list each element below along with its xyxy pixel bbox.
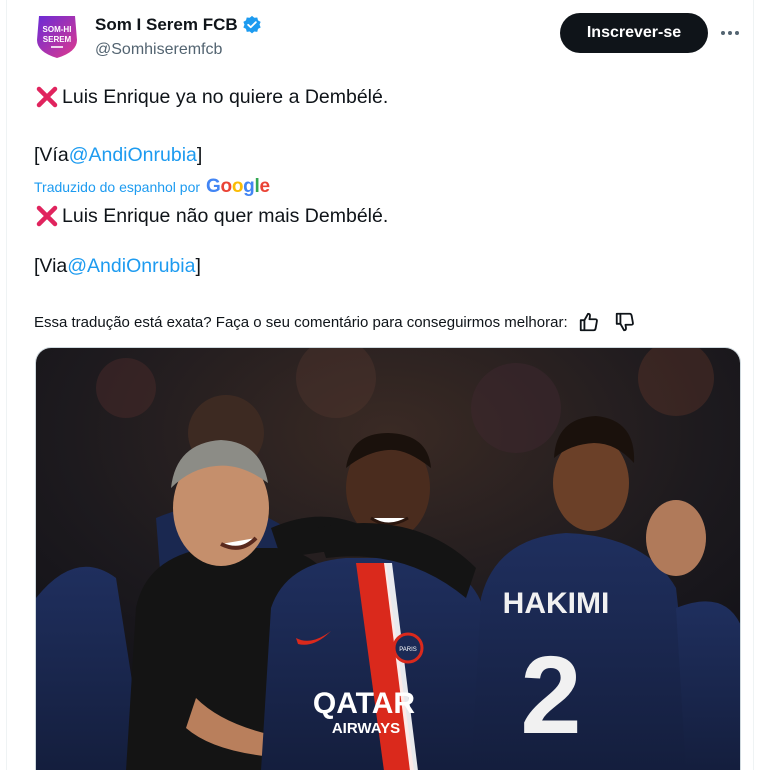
translated-text-line-1: Luis Enrique não quer mais Dembélé. [34, 203, 388, 229]
thumbs-down-icon[interactable] [614, 311, 636, 333]
original-mention-link[interactable]: @AndiOnrubia [69, 144, 197, 167]
translated-via-suffix: ] [195, 255, 201, 277]
jersey-sponsor-subtext: AIRWAYS [332, 720, 400, 737]
tweet-photo[interactable]: PARIS QATAR AIRWAYS HAKIMI 2 [35, 347, 741, 770]
avatar-text-top: SOM-HI [43, 25, 72, 34]
original-text-line-1: Luis Enrique ya no quiere a Dembélé. [34, 84, 388, 110]
display-name[interactable]: Som I Serem FCB [95, 15, 238, 35]
original-via-prefix: [Vía [34, 144, 69, 166]
translated-text: Luis Enrique não quer mais Dembélé. [62, 204, 389, 227]
thumbs-up-icon[interactable] [578, 311, 600, 333]
author-handle[interactable]: @Somhiseremfcb [95, 41, 222, 59]
subscribe-button[interactable]: Inscrever-se [560, 13, 708, 53]
original-text-line-2: [Vía @AndiOnrubia ] [34, 144, 202, 167]
avatar[interactable]: SOM-HI SEREM [33, 12, 81, 60]
translation-label: Traduzido do espanhol por [34, 179, 201, 195]
author-name-row[interactable]: Som I Serem FCB [95, 15, 262, 35]
verified-badge-icon [242, 15, 262, 35]
cross-mark-icon [34, 84, 60, 110]
tweet-card: SOM-HI SEREM Som I Serem FCB @Somhiserem… [6, 0, 754, 770]
cross-mark-icon [34, 203, 60, 229]
original-via-suffix: ] [196, 144, 203, 166]
translation-feedback: Essa tradução está exata? Faça o seu com… [34, 311, 636, 333]
translated-text-line-2: [Via @AndiOnrubia ] [34, 255, 201, 278]
translated-via-prefix: [Via [34, 255, 68, 277]
translation-attribution[interactable]: Traduzido do espanhol por Google [34, 176, 270, 198]
som-hi-serem-logo-icon: SOM-HI SEREM [37, 16, 77, 58]
original-text: Luis Enrique ya no quiere a Dembélé. [62, 85, 389, 108]
jersey-number-text: 2 [520, 634, 581, 757]
feedback-prompt: Essa tradução está exata? Faça o seu com… [34, 313, 568, 331]
jersey-sponsor-text: QATAR [313, 687, 416, 720]
psg-crest-text: PARIS [399, 647, 417, 653]
avatar-text-bottom: SEREM [43, 35, 72, 44]
google-logo: Google [206, 176, 270, 197]
translated-mention-link[interactable]: @AndiOnrubia [67, 255, 195, 278]
more-options-icon[interactable] [715, 20, 745, 46]
photo-players-celebrating: PARIS QATAR AIRWAYS HAKIMI 2 [36, 348, 740, 770]
jersey-name-text: HAKIMI [503, 587, 610, 620]
